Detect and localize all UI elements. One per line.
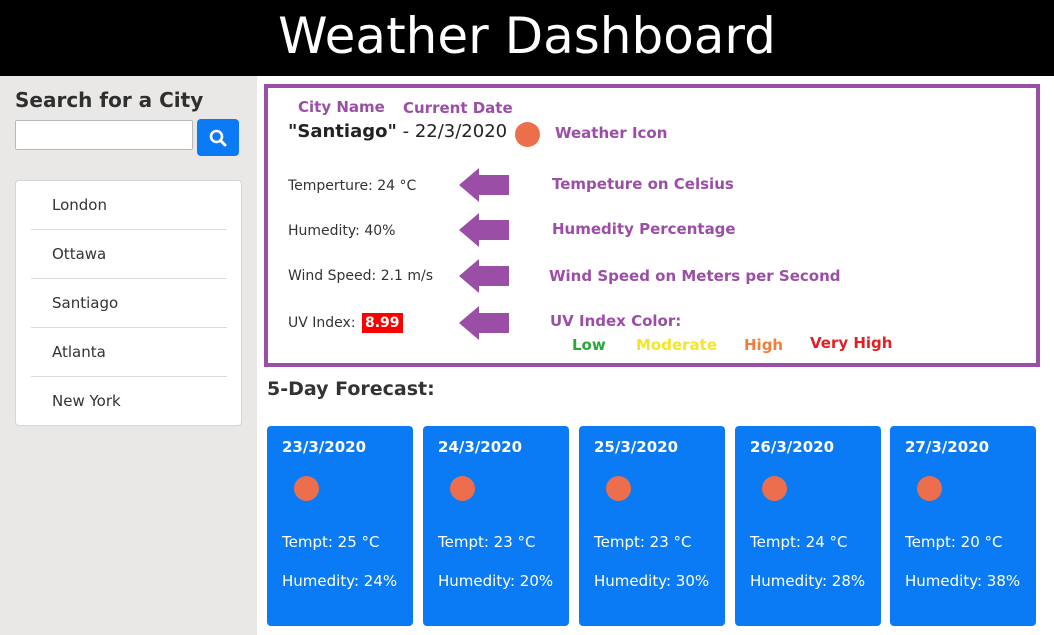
history-item[interactable]: Santiago (31, 279, 227, 328)
history-item[interactable]: New York (31, 377, 227, 426)
forecast-humidity: Humedity: 38% (905, 572, 1021, 590)
annotation-humidity: Humedity Percentage (552, 220, 736, 238)
weather-icon (515, 122, 540, 147)
forecast-card: 23/3/2020 Tempt: 25 °C Humedity: 24% (267, 426, 413, 626)
annotation-weather-icon: Weather Icon (555, 124, 668, 142)
current-weather-panel: City Name Current Date "Santiago" - 22/3… (264, 84, 1040, 367)
search-button[interactable] (197, 119, 239, 156)
search-input[interactable] (15, 120, 193, 150)
history-item[interactable]: Ottawa (31, 230, 227, 279)
forecast-temp: Tempt: 20 °C (905, 533, 1003, 551)
arrow-left-icon (459, 168, 509, 202)
city-name: "Santiago" (288, 121, 397, 142)
weather-icon (606, 476, 631, 501)
annotation-uv: UV Index Color: (550, 312, 682, 330)
forecast-temp: Tempt: 23 °C (438, 533, 536, 551)
forecast-humidity: Humedity: 28% (750, 572, 866, 590)
arrow-left-icon (459, 213, 509, 247)
forecast-card: 24/3/2020 Tempt: 23 °C Humedity: 20% (423, 426, 569, 626)
search-icon (209, 129, 227, 146)
uv-index-line: UV Index: 8.99 (288, 313, 403, 333)
uv-level-moderate: Moderate (636, 336, 718, 354)
wind-speed-text: Wind Speed: 2.1 m/s (288, 268, 434, 284)
temperature-text: Temperture: 24 °C (288, 178, 417, 194)
forecast-humidity: Humedity: 20% (438, 572, 554, 590)
annotation-wind: Wind Speed on Meters per Second (549, 267, 841, 285)
forecast-humidity: Humedity: 30% (594, 572, 710, 590)
history-item[interactable]: London (31, 181, 227, 230)
forecast-card: 27/3/2020 Tempt: 20 °C Humedity: 38% (890, 426, 1036, 626)
current-date: 22/3/2020 (414, 121, 508, 142)
forecast-temp: Tempt: 23 °C (594, 533, 692, 551)
uv-level-very-high: Very High (810, 334, 893, 352)
page-title: Weather Dashboard (278, 7, 776, 65)
uv-index-badge: 8.99 (361, 313, 403, 333)
forecast-date: 23/3/2020 (282, 438, 367, 456)
forecast-date: 26/3/2020 (750, 438, 835, 456)
header-bar: Weather Dashboard (0, 0, 1054, 76)
annotation-current-date: Current Date (403, 99, 513, 117)
sidebar: Search for a City London Ottawa Santiago… (0, 76, 257, 635)
weather-icon (917, 476, 942, 501)
forecast-card: 25/3/2020 Tempt: 23 °C Humedity: 30% (579, 426, 725, 626)
search-history-list: London Ottawa Santiago Atlanta New York (15, 180, 242, 426)
annotation-city-name: City Name (298, 98, 385, 116)
uv-level-high: High (744, 336, 784, 354)
arrow-left-icon (459, 259, 509, 293)
city-date-line: "Santiago" - 22/3/2020 (288, 121, 507, 142)
uv-index-label: UV Index: (288, 315, 360, 331)
arrow-left-icon (459, 306, 509, 340)
search-heading: Search for a City (15, 88, 204, 112)
forecast-humidity: Humedity: 24% (282, 572, 398, 590)
forecast-temp: Tempt: 24 °C (750, 533, 848, 551)
forecast-date: 24/3/2020 (438, 438, 523, 456)
uv-level-low: Low (572, 336, 606, 354)
weather-icon (762, 476, 787, 501)
forecast-heading: 5-Day Forecast: (267, 378, 435, 400)
separator: - (396, 121, 415, 142)
humidity-text: Humedity: 40% (288, 223, 396, 239)
forecast-card: 26/3/2020 Tempt: 24 °C Humedity: 28% (735, 426, 881, 626)
forecast-date: 27/3/2020 (905, 438, 990, 456)
annotation-temperature: Tempeture on Celsius (552, 175, 734, 193)
forecast-temp: Tempt: 25 °C (282, 533, 380, 551)
weather-icon (294, 476, 319, 501)
weather-icon (450, 476, 475, 501)
forecast-date: 25/3/2020 (594, 438, 679, 456)
history-item[interactable]: Atlanta (31, 328, 227, 377)
